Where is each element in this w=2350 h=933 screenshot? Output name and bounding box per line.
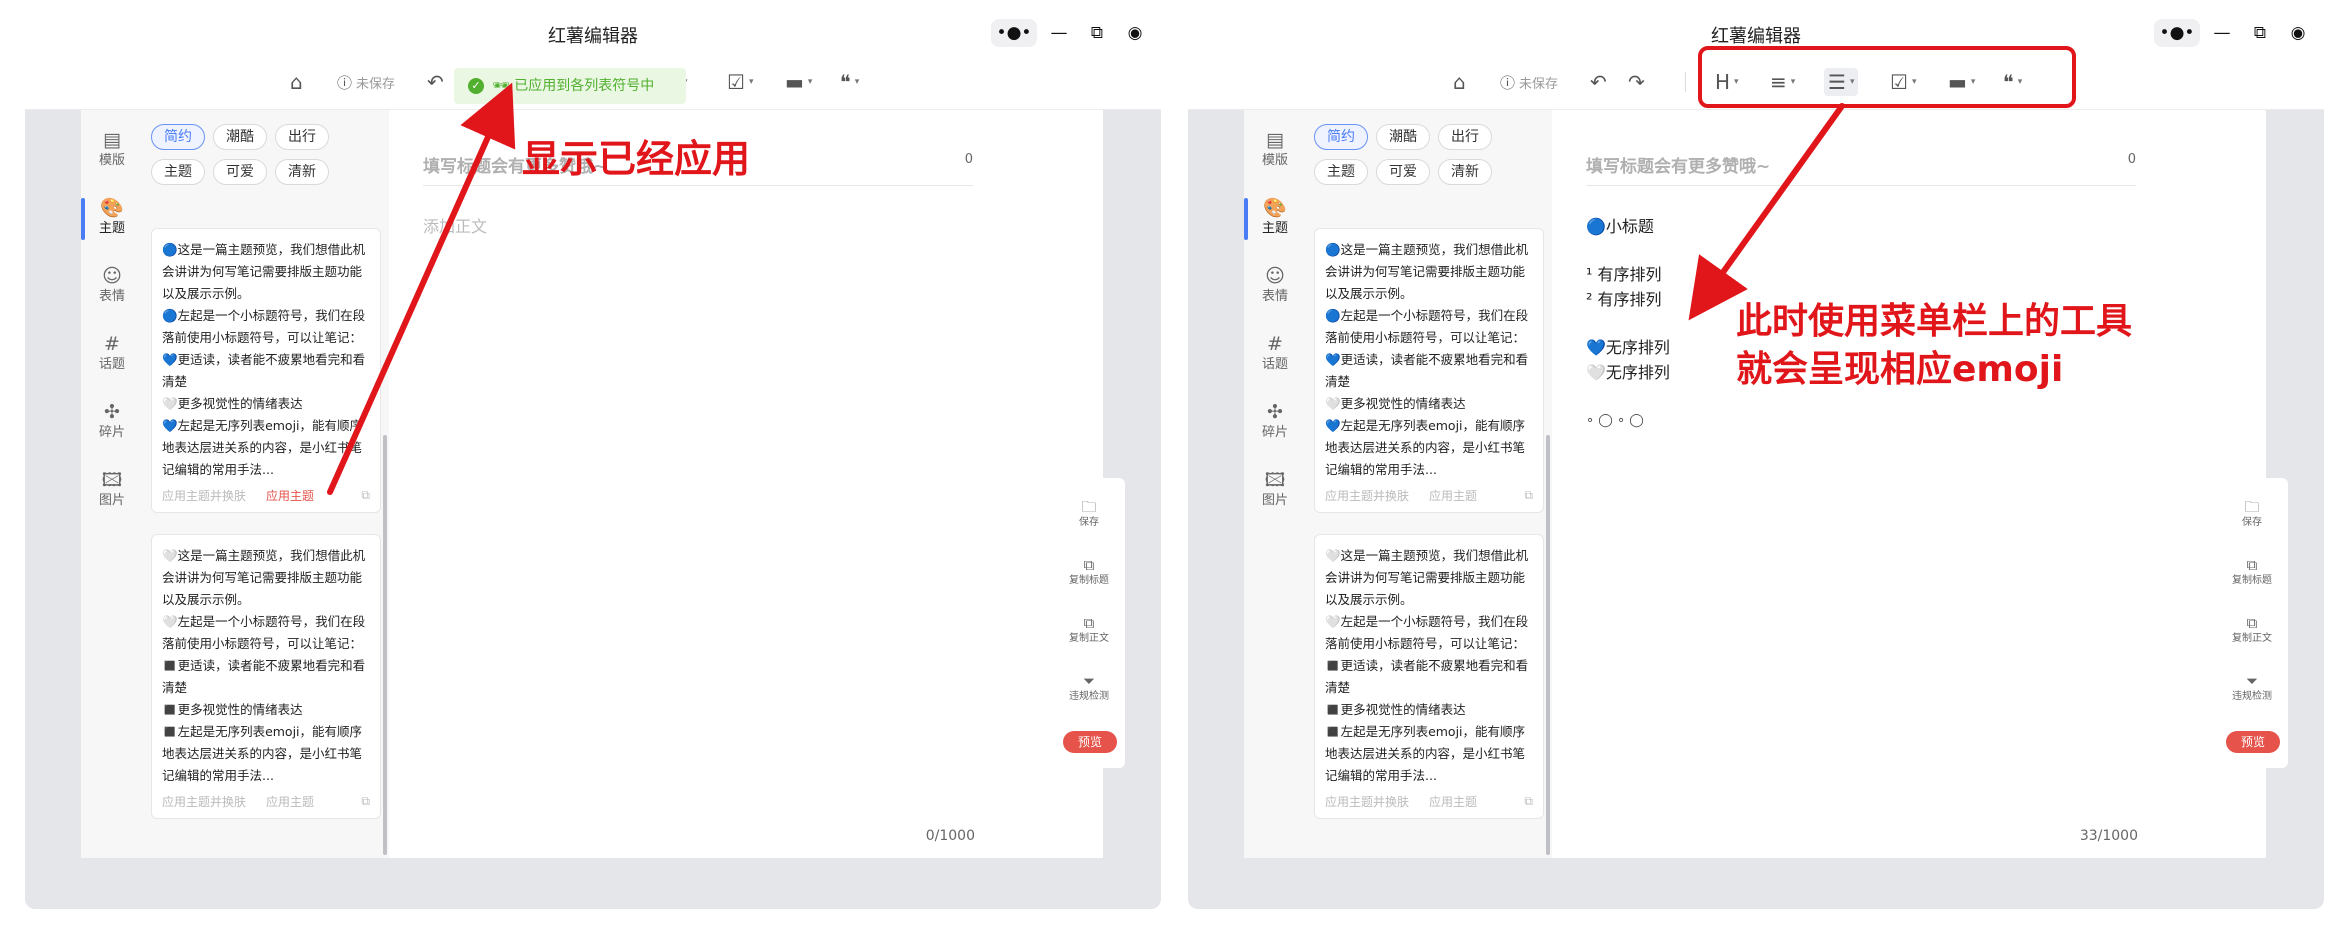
annotation-highlight-box bbox=[1698, 46, 2076, 108]
annotation-arrow-left bbox=[327, 82, 516, 495]
annotation-arrow-right bbox=[1688, 103, 1845, 321]
annotation-toolbar-note-2: 就会呈现相应emoji bbox=[1736, 349, 2064, 390]
annotation-toolbar-note-1: 此时使用菜单栏上的工具 bbox=[1736, 301, 2133, 342]
annotation-overlay bbox=[327, 46, 2076, 495]
annotation-applied-note: 显示已经应用 bbox=[522, 137, 751, 181]
